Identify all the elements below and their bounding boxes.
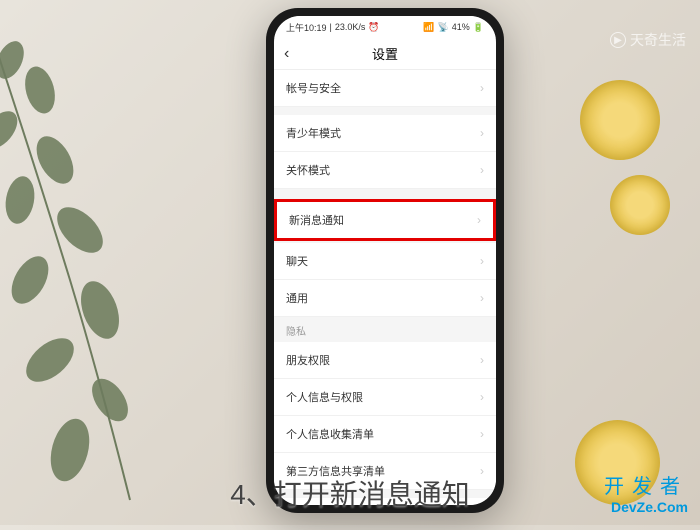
status-time: 上午10:19 bbox=[286, 21, 327, 34]
watermark-top: ▶ 天奇生活 bbox=[610, 30, 686, 50]
item-label: 个人信息收集清单 bbox=[286, 426, 374, 442]
item-label: 新消息通知 bbox=[289, 212, 344, 228]
settings-list[interactable]: 帐号与安全 › 青少年模式 › 关怀模式 › 新消息通知 › 聊天 › bbox=[274, 70, 496, 505]
chevron-right-icon: › bbox=[480, 427, 484, 441]
wifi-icon: 📶 bbox=[423, 22, 434, 33]
item-chat[interactable]: 聊天 › bbox=[274, 243, 496, 280]
item-label: 个人信息与权限 bbox=[286, 389, 363, 405]
chevron-right-icon: › bbox=[480, 353, 484, 367]
phone-screen: 上午10:19 | 23.0K/s ⏰ 📶 📡 41% 🔋 ‹ 设置 帐号与安全… bbox=[274, 16, 496, 505]
page-title: 设置 bbox=[372, 44, 398, 63]
item-label: 朋友权限 bbox=[286, 352, 330, 368]
chevron-right-icon: › bbox=[480, 126, 484, 140]
item-care-mode[interactable]: 关怀模式 › bbox=[274, 152, 496, 189]
phone-frame: 上午10:19 | 23.0K/s ⏰ 📶 📡 41% 🔋 ‹ 设置 帐号与安全… bbox=[266, 8, 504, 513]
item-friends-permission[interactable]: 朋友权限 › bbox=[274, 342, 496, 379]
instruction-caption: 4、打开新消息通知 bbox=[230, 473, 470, 513]
signal-icon: 📡 bbox=[438, 22, 449, 33]
item-general[interactable]: 通用 › bbox=[274, 280, 496, 317]
section-header-privacy: 隐私 bbox=[274, 317, 496, 342]
watermark-top-text: 天奇生活 bbox=[630, 30, 686, 50]
watermark-icon: ▶ bbox=[610, 32, 626, 48]
item-label: 关怀模式 bbox=[286, 162, 330, 178]
chevron-right-icon: › bbox=[477, 213, 481, 227]
item-label: 通用 bbox=[286, 290, 308, 306]
decorative-leaves bbox=[0, 0, 190, 525]
chevron-right-icon: › bbox=[480, 81, 484, 95]
chevron-right-icon: › bbox=[480, 390, 484, 404]
item-info-collection[interactable]: 个人信息收集清单 › bbox=[274, 416, 496, 453]
chevron-right-icon: › bbox=[480, 464, 484, 478]
section-divider bbox=[274, 189, 496, 197]
chevron-right-icon: › bbox=[480, 291, 484, 305]
battery-icon: 🔋 bbox=[473, 22, 484, 33]
item-label: 聊天 bbox=[286, 253, 308, 269]
item-youth-mode[interactable]: 青少年模式 › bbox=[274, 115, 496, 152]
chevron-right-icon: › bbox=[480, 254, 484, 268]
section-divider bbox=[274, 107, 496, 115]
decorative-citrus bbox=[580, 80, 660, 160]
watermark-bottom: 开发者 DevZe.Com bbox=[604, 470, 688, 515]
battery-text: 41% bbox=[452, 22, 470, 32]
item-label: 帐号与安全 bbox=[286, 80, 341, 96]
alarm-icon: ⏰ bbox=[368, 22, 379, 33]
status-bar: 上午10:19 | 23.0K/s ⏰ 📶 📡 41% 🔋 bbox=[274, 16, 496, 38]
item-account-security[interactable]: 帐号与安全 › bbox=[274, 70, 496, 107]
item-personal-info[interactable]: 个人信息与权限 › bbox=[274, 379, 496, 416]
item-new-message-notification[interactable]: 新消息通知 › bbox=[274, 199, 496, 241]
watermark-bottom-cn: 开发者 bbox=[604, 470, 688, 499]
back-button[interactable]: ‹ bbox=[284, 45, 289, 63]
decorative-citrus bbox=[610, 175, 670, 235]
status-speed: 23.0K/s bbox=[335, 22, 366, 32]
navigation-bar: ‹ 设置 bbox=[274, 38, 496, 70]
item-label: 青少年模式 bbox=[286, 125, 341, 141]
watermark-bottom-en: DevZe.Com bbox=[604, 499, 688, 515]
chevron-right-icon: › bbox=[480, 163, 484, 177]
